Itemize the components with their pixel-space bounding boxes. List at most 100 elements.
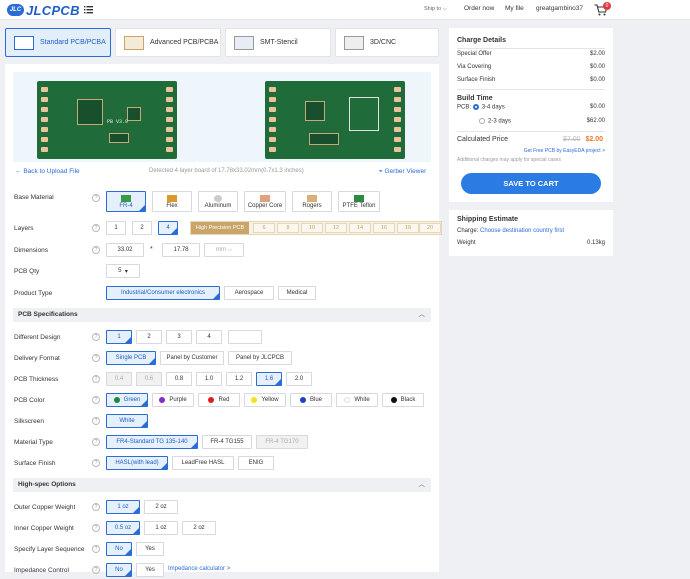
color-option-green[interactable]: Green (106, 393, 148, 407)
tab-3d-cnc[interactable]: 3D/CNC (335, 28, 439, 57)
pcb-bottom-preview (265, 81, 405, 159)
save-to-cart-button[interactable]: SAVE TO CART (461, 173, 601, 194)
option-copper-core[interactable]: Copper Core (244, 191, 286, 212)
hp-layer-option[interactable]: 8 (277, 223, 299, 233)
material-type-option[interactable]: FR4-Standard TG 135-140 (106, 435, 198, 449)
outer-copper-option[interactable]: 1 oz (106, 500, 140, 514)
choose-country-link[interactable]: Choose destination country first (480, 228, 564, 234)
thickness-option[interactable]: 0.4 (106, 372, 132, 386)
help-icon[interactable]: ? (92, 459, 100, 467)
thickness-option[interactable]: 1.2 (226, 372, 252, 386)
tab-advanced-pcb[interactable]: Advanced PCB/PCBA (115, 28, 221, 57)
option-flex[interactable]: Flex (152, 191, 192, 212)
option-aluminum[interactable]: Aluminum (198, 191, 238, 212)
ship-to-selector[interactable]: Ship to ⌵ (424, 6, 447, 13)
board-preview: PB V3.9 (13, 72, 431, 162)
product-type-option[interactable]: Industrial/Consumer electronics (106, 286, 220, 300)
design-option[interactable]: 3 (166, 330, 192, 344)
row-base-material: Base Material ? FR-4 Flex Aluminum Coppe… (14, 191, 434, 213)
help-icon[interactable]: ? (92, 354, 100, 362)
thickness-option[interactable]: 0.8 (166, 372, 192, 386)
help-icon[interactable]: ? (92, 417, 100, 425)
back-to-upload-link[interactable]: ← Back to Upload File (15, 168, 80, 175)
high-precision-label: High Precision PCB (191, 222, 249, 234)
surface-finish-option[interactable]: LeadFree HASL (172, 456, 234, 470)
option-fr4[interactable]: FR-4 (106, 191, 146, 212)
layer-option[interactable]: 2 (132, 221, 152, 235)
high-spec-options-header[interactable]: High-spec Options ︿ (13, 478, 431, 492)
color-option-black[interactable]: Black (382, 393, 424, 407)
layer-option[interactable]: 4 (158, 221, 178, 235)
outer-copper-option[interactable]: 2 oz (144, 500, 178, 514)
color-option-blue[interactable]: Blue (290, 393, 332, 407)
help-icon[interactable]: ? (92, 524, 100, 532)
layer-sequence-option[interactable]: Yes (136, 542, 164, 556)
hp-layer-option[interactable]: 18 (397, 223, 419, 233)
delivery-option[interactable]: Single PCB (106, 351, 156, 365)
thickness-option[interactable]: 2.0 (286, 372, 312, 386)
color-option-purple[interactable]: Purple (152, 393, 194, 407)
design-option[interactable]: 1 (106, 330, 132, 344)
width-input[interactable]: 33.02 (106, 243, 144, 257)
hp-layer-option[interactable]: 12 (325, 223, 347, 233)
material-type-option[interactable]: FR-4 TG155 (202, 435, 252, 449)
help-icon[interactable]: ? (92, 503, 100, 511)
hp-layer-option[interactable]: 14 (349, 223, 371, 233)
color-option-yellow[interactable]: Yellow (244, 393, 286, 407)
hp-layer-option[interactable]: 6 (253, 223, 275, 233)
hp-layer-option[interactable]: 16 (373, 223, 395, 233)
user-menu[interactable]: greatgambino37 (536, 5, 583, 12)
color-option-red[interactable]: Red (198, 393, 240, 407)
impedance-option[interactable]: No (106, 563, 132, 577)
menu-icon[interactable] (84, 5, 93, 14)
pcb-specifications-header[interactable]: PCB Specifications ︿ (13, 308, 431, 322)
help-icon[interactable]: ? (92, 396, 100, 404)
design-option[interactable]: 2 (136, 330, 162, 344)
build-option-selected[interactable]: PCB: 3-4 days $0.00 (457, 104, 605, 111)
product-type-option[interactable]: Aerospace (224, 286, 274, 300)
layer-sequence-option[interactable]: No (106, 542, 132, 556)
product-type-option[interactable]: Medical (278, 286, 316, 300)
thickness-option[interactable]: 1.0 (196, 372, 222, 386)
help-icon[interactable]: ? (92, 333, 100, 341)
surface-finish-option[interactable]: ENIG (238, 456, 274, 470)
qty-select[interactable]: 5 ▾ (106, 264, 140, 278)
help-icon[interactable]: ? (92, 375, 100, 383)
help-icon[interactable]: ? (92, 194, 100, 202)
color-option-white[interactable]: White (336, 393, 378, 407)
tab-smt-stencil[interactable]: SMT-Stencil (225, 28, 331, 57)
layer-option[interactable]: 1 (106, 221, 126, 235)
thickness-option[interactable]: 0.6 (136, 372, 162, 386)
hp-layer-option[interactable]: 20 (419, 223, 441, 233)
help-icon[interactable]: ? (92, 438, 100, 446)
delivery-option[interactable]: Panel by Customer (160, 351, 224, 365)
help-icon[interactable]: ? (92, 566, 100, 574)
inner-copper-option[interactable]: 0.5 oz (106, 521, 140, 535)
logo[interactable]: JLC JLCPCB (7, 3, 80, 18)
inner-copper-option[interactable]: 2 oz (182, 521, 216, 535)
surface-finish-option[interactable]: HASL(with lead) (106, 456, 168, 470)
free-pcb-link[interactable]: Get Free PCB by EasyEDA project > (524, 148, 605, 154)
silkscreen-option[interactable]: White (106, 414, 148, 428)
tab-standard-pcb[interactable]: Standard PCB/PCBA (5, 28, 111, 57)
delivery-option[interactable]: Panel by JLCPCB (228, 351, 292, 365)
design-custom-input[interactable] (228, 330, 262, 344)
help-icon[interactable]: ? (92, 224, 100, 232)
impedance-calculator-link[interactable]: Impedance calculator > (168, 566, 230, 572)
impedance-option[interactable]: Yes (136, 563, 164, 577)
option-rogers[interactable]: Rogers (292, 191, 332, 212)
help-icon[interactable]: ? (92, 246, 100, 254)
design-option[interactable]: 4 (196, 330, 222, 344)
gerber-viewer-link[interactable]: ⌖ Gerber Viewer (379, 168, 426, 176)
hp-layer-option[interactable]: 10 (301, 223, 323, 233)
option-ptfe[interactable]: PTFE Teflon (338, 191, 380, 212)
build-option[interactable]: 2-3 days $62.00 (457, 118, 605, 125)
order-now-link[interactable]: Order now (464, 5, 494, 12)
unit-select[interactable]: mm ⌵ (204, 243, 244, 257)
height-input[interactable]: 17.78 (162, 243, 200, 257)
thickness-option[interactable]: 1.6 (256, 372, 282, 386)
material-type-option[interactable]: FR-4 TG170 (256, 435, 308, 449)
help-icon[interactable]: ? (92, 545, 100, 553)
my-file-link[interactable]: My file (505, 5, 524, 12)
inner-copper-option[interactable]: 1 oz (144, 521, 178, 535)
